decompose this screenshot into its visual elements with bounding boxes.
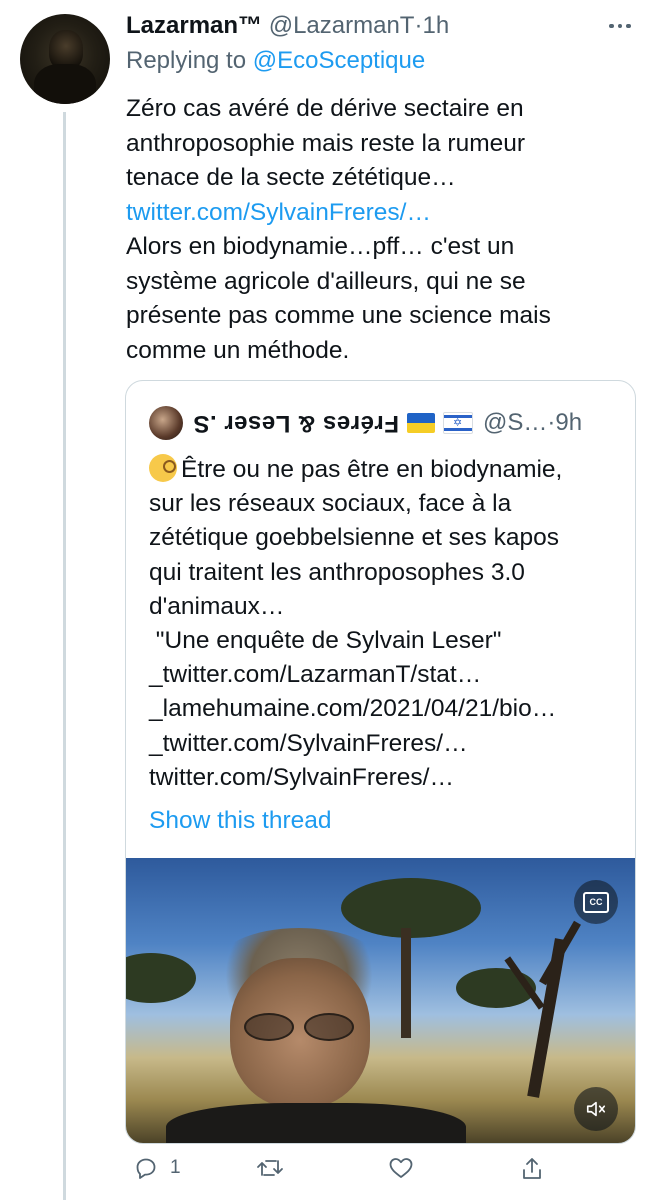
quote-text-line: d'animaux… <box>149 592 285 620</box>
mute-icon[interactable] <box>574 1087 618 1131</box>
captions-icon[interactable]: CC <box>574 880 618 924</box>
quote-text-line: sur les réseaux sociaux, face à la <box>149 490 512 518</box>
author-name[interactable]: Lazarman™ <box>126 12 262 39</box>
tweet-text-line: comme un méthode. <box>126 336 350 364</box>
tweet-text: Zéro cas avéré de dérive sectaire en ant… <box>126 92 626 368</box>
quote-text-line: qui traitent les anthroposophes 3.0 <box>149 558 525 586</box>
quote-author-handle[interactable]: @S… <box>483 409 547 437</box>
star-of-david-icon: ✡ <box>452 417 463 429</box>
share-button[interactable] <box>520 1156 544 1182</box>
quote-link[interactable]: _twitter.com/LazarmanT/stat… <box>149 658 629 692</box>
thread-line <box>63 112 66 1200</box>
quote-author-name-amp: & <box>297 410 316 437</box>
israel-flag-icon: ✡ <box>442 412 473 434</box>
speaker-muted-glyph <box>586 1101 606 1117</box>
tweet-actions: 1 <box>126 1148 626 1198</box>
video-tree <box>126 953 196 1003</box>
quote-text-line: "Une enquête de Sylvain Leser" <box>149 627 502 655</box>
quote-author-avatar[interactable] <box>149 406 183 440</box>
heart-icon <box>389 1158 413 1178</box>
tweet-text-line: anthroposophie mais reste la rumeur <box>126 129 526 157</box>
like-button[interactable] <box>388 1156 414 1180</box>
reply-icon <box>136 1158 156 1179</box>
author-avatar[interactable] <box>20 14 110 104</box>
reply-count: 1 <box>170 1157 181 1178</box>
quote-separator: · <box>547 409 556 436</box>
retweet-icon <box>257 1160 283 1176</box>
captions-label: CC <box>583 891 609 913</box>
share-icon <box>523 1158 541 1179</box>
quote-author-name-part: Fréres <box>322 410 399 437</box>
video-person-glasses <box>244 1013 354 1041</box>
quote-time[interactable]: 9h <box>555 409 582 437</box>
video-player[interactable]: CC <box>126 858 635 1143</box>
tweet-text-line: Alors en biodynamie…pff… c'est un <box>126 233 515 260</box>
more-icon[interactable] <box>602 14 638 38</box>
video-person-shirt <box>166 1103 466 1143</box>
quote-link[interactable]: twitter.com/SylvainFreres/… <box>149 761 629 795</box>
video-dead-tree <box>527 938 567 1098</box>
tweet-text-line: tenace de la secte zététique… <box>126 164 456 191</box>
quoted-tweet[interactable]: Fréres & Leser .S ✡ @S… · 9h Être ou ne pa… <box>125 380 636 1144</box>
replying-handle-link[interactable]: @EcoSceptique <box>253 47 425 74</box>
quote-link[interactable]: _twitter.com/SylvainFreres/… <box>149 727 629 761</box>
ukraine-flag-icon <box>406 413 435 433</box>
show-thread-link[interactable]: Show this thread <box>149 807 332 835</box>
quote-author-name-flipped[interactable]: Fréres & Leser .S <box>193 409 399 437</box>
video-tree <box>341 878 481 938</box>
tweet-header: Lazarman™ @LazarmanT·1h <box>126 12 449 40</box>
monocle-face-emoji-icon <box>149 454 177 482</box>
tweet-time[interactable]: 1h <box>422 12 449 39</box>
tweet-text-line: Zéro cas avéré de dérive sectaire en <box>126 95 524 122</box>
reply-button[interactable]: 1 <box>134 1156 181 1180</box>
quote-link[interactable]: _lamehumaine.com/2021/04/21/bio… <box>149 692 629 726</box>
quote-text-line: Être ou ne pas être en biodynamie, <box>181 456 563 483</box>
quote-text: Être ou ne pas être en biodynamie, sur l… <box>149 453 629 795</box>
quote-header: Fréres & Leser .S ✡ @S… · 9h <box>149 405 582 441</box>
replying-prefix: Replying to <box>126 47 247 74</box>
retweet-button[interactable] <box>256 1156 284 1180</box>
quote-text-line: zététique goebbelsienne et ses kapos <box>149 524 559 552</box>
tweet-link[interactable]: twitter.com/SylvainFreres/… <box>126 196 626 231</box>
replying-to: Replying to @EcoSceptique <box>126 47 425 75</box>
tweet-text-line: présente pas comme une science mais <box>126 302 551 329</box>
author-handle[interactable]: @LazarmanT <box>269 12 415 39</box>
avatar-figure-body <box>34 64 96 104</box>
video-tree-trunk <box>401 928 411 1038</box>
tweet-text-line: système agricole d'ailleurs, qui ne se <box>126 267 526 295</box>
quote-author-name-rest: Leser .S <box>193 410 291 437</box>
